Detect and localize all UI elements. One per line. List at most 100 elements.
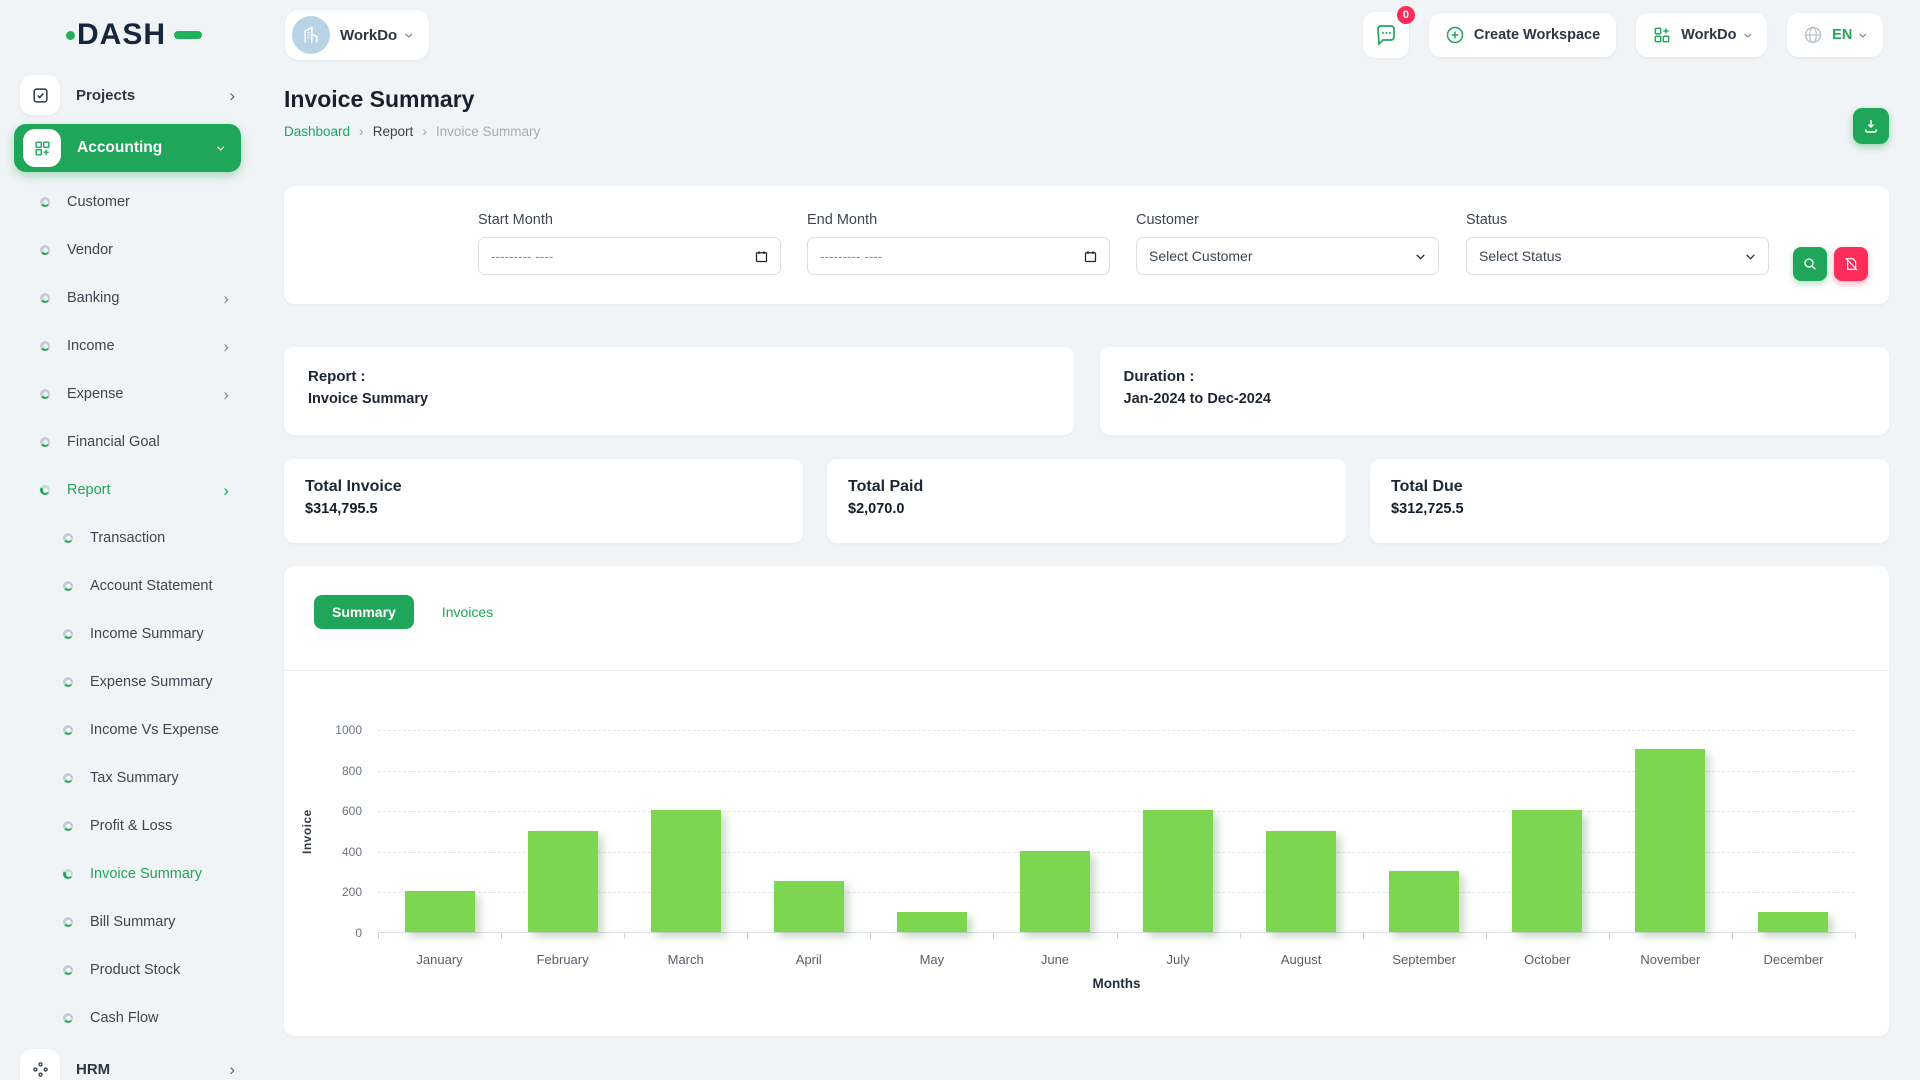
bar-february	[528, 831, 598, 933]
x-label-february: February	[501, 952, 624, 967]
breadcrumb-report[interactable]: Report	[373, 124, 414, 139]
topbar: DASH WorkDo › 0 Create Workspace	[0, 0, 1920, 70]
report-card-value: Invoice Summary	[308, 391, 1050, 407]
export-download-button[interactable]	[1853, 108, 1889, 144]
chevron-right-icon: ›	[422, 123, 427, 139]
sidebar-item-transaction[interactable]: Transaction	[0, 514, 257, 562]
bullet-icon	[63, 533, 73, 543]
chevron-right-icon: ›	[223, 482, 229, 499]
sidebar-item-label: HRM	[76, 1061, 110, 1078]
x-label-january: January	[378, 952, 501, 967]
bar-august	[1266, 831, 1336, 933]
x-axis-tick	[1609, 933, 1610, 939]
workspace-switcher[interactable]: WorkDo ›	[1636, 13, 1767, 57]
x-axis-tick	[1855, 933, 1856, 939]
bar-september	[1389, 871, 1459, 932]
end-month-value[interactable]	[820, 249, 1097, 264]
chevron-down-icon	[1744, 250, 1757, 263]
gridline-400	[378, 852, 1855, 853]
chevron-right-icon: ›	[359, 123, 364, 139]
logo-dot-icon	[66, 31, 75, 40]
sidebar-item-label: Accounting	[77, 139, 162, 157]
reset-filter-button[interactable]	[1834, 247, 1868, 281]
total-due-label: Total Due	[1391, 478, 1868, 496]
sidebar-item-account-statement[interactable]: Account Statement	[0, 562, 257, 610]
start-month-value[interactable]	[491, 249, 768, 264]
calendar-icon	[1083, 249, 1098, 264]
calendar-icon	[754, 249, 769, 264]
sidebar-item-financial-goal[interactable]: Financial Goal	[0, 418, 257, 466]
chevron-right-icon: ›	[223, 338, 229, 355]
tab-invoices[interactable]: Invoices	[442, 604, 493, 620]
x-label-june: June	[993, 952, 1116, 967]
y-tick-0: 0	[316, 926, 362, 940]
status-select[interactable]: Select Status	[1466, 237, 1769, 275]
globe-icon	[1803, 25, 1823, 45]
end-month-input[interactable]	[807, 237, 1110, 275]
breadcrumb-dashboard[interactable]: Dashboard	[284, 124, 350, 139]
sidebar-item-income-vs-expense[interactable]: Income Vs Expense	[0, 706, 257, 754]
total-paid-card: Total Paid $2,070.0	[827, 459, 1346, 543]
bar-november	[1635, 749, 1705, 932]
sidebar-item-income[interactable]: Income ›	[0, 322, 257, 370]
language-selector[interactable]: EN ›	[1787, 13, 1883, 57]
sidebar-item-banking[interactable]: Banking ›	[0, 274, 257, 322]
x-axis-tick	[870, 933, 871, 939]
bullet-icon	[63, 917, 73, 927]
bar-july	[1143, 810, 1213, 932]
bullet-icon	[40, 485, 50, 495]
language-code: EN	[1832, 27, 1852, 43]
total-invoice-label: Total Invoice	[305, 478, 782, 496]
x-label-september: September	[1363, 952, 1486, 967]
messages-button[interactable]: 0	[1363, 12, 1409, 58]
bullet-icon	[40, 293, 50, 303]
x-axis-title: Months	[378, 976, 1855, 991]
sidebar-item-hrm[interactable]: HRM ›	[0, 1046, 257, 1080]
x-axis-tick	[1363, 933, 1364, 939]
bar-december	[1758, 912, 1828, 932]
logo-text: DASH	[77, 18, 166, 52]
bullet-icon	[63, 773, 73, 783]
sidebar-item-projects[interactable]: Projects ›	[0, 72, 257, 118]
sidebar-item-bill-summary[interactable]: Bill Summary	[0, 898, 257, 946]
chevron-down-icon	[1414, 250, 1427, 263]
report-card-label: Report :	[308, 368, 1050, 385]
bullet-icon	[40, 245, 50, 255]
bullet-icon	[63, 725, 73, 735]
sidebar-item-expense-summary[interactable]: Expense Summary	[0, 658, 257, 706]
sidebar-item-product-stock[interactable]: Product Stock	[0, 946, 257, 994]
x-axis-tick	[1486, 933, 1487, 939]
sidebar-item-tax-summary[interactable]: Tax Summary	[0, 754, 257, 802]
report-card: Report : Invoice Summary	[284, 347, 1074, 435]
sidebar-item-customer[interactable]: Customer	[0, 178, 257, 226]
x-axis-tick	[1240, 933, 1241, 939]
x-label-october: October	[1486, 952, 1609, 967]
customer-select[interactable]: Select Customer	[1136, 237, 1439, 275]
x-axis-tick	[378, 933, 379, 939]
sidebar-item-income-summary[interactable]: Income Summary	[0, 610, 257, 658]
apply-filter-button[interactable]	[1793, 247, 1827, 281]
total-due-value: $312,725.5	[1391, 501, 1868, 517]
sidebar-item-accounting[interactable]: Accounting ›	[14, 124, 241, 172]
bullet-icon	[63, 629, 73, 639]
x-axis-tick	[993, 933, 994, 939]
sidebar-item-cash-flow[interactable]: Cash Flow	[0, 994, 257, 1042]
create-workspace-button[interactable]: Create Workspace	[1429, 13, 1616, 57]
sidebar-item-invoice-summary[interactable]: Invoice Summary	[0, 850, 257, 898]
logo[interactable]: DASH	[0, 18, 257, 52]
chart-tabs: Summary Invoices	[314, 595, 493, 629]
sidebar-item-vendor[interactable]: Vendor	[0, 226, 257, 274]
chevron-right-icon: ›	[223, 290, 229, 307]
sidebar-item-expense[interactable]: Expense ›	[0, 370, 257, 418]
bullet-icon	[63, 965, 73, 975]
company-switcher[interactable]: WorkDo ›	[285, 10, 429, 60]
sidebar-item-profit-loss[interactable]: Profit & Loss	[0, 802, 257, 850]
chevron-down-icon: ›	[1740, 32, 1757, 38]
start-month-input[interactable]	[478, 237, 781, 275]
sidebar-item-report[interactable]: Report ›	[0, 466, 257, 514]
y-tick-200: 200	[316, 885, 362, 899]
total-due-card: Total Due $312,725.5	[1370, 459, 1889, 543]
tab-summary[interactable]: Summary	[314, 595, 414, 629]
status-label: Status	[1466, 212, 1769, 228]
accounting-icon	[23, 129, 61, 167]
